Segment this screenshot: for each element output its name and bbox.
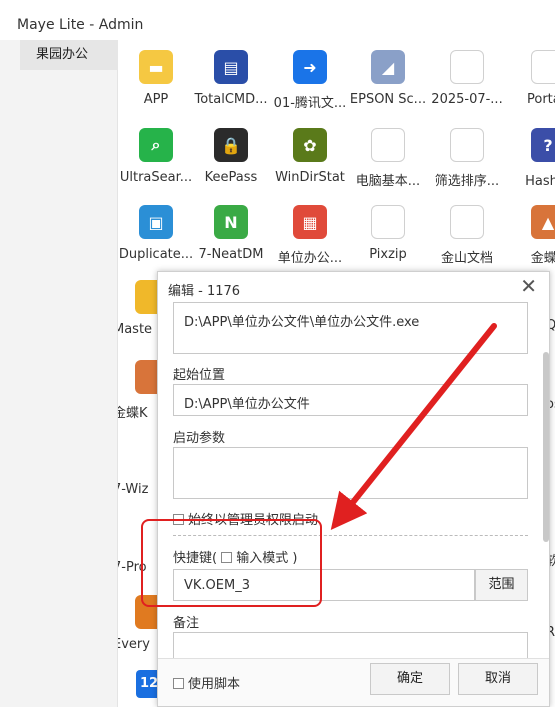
file-icon bbox=[450, 128, 484, 162]
main-window: Maye Lite - Admin ey ▪ 果园办公 ▬APP▤TotalCM… bbox=[0, 0, 555, 707]
lock-icon: 🔒 bbox=[214, 128, 248, 162]
close-icon[interactable]: ✕ bbox=[520, 274, 537, 298]
app-tile[interactable]: ◢ EPSON Sc... bbox=[348, 50, 428, 107]
scanner-icon: ◢ bbox=[371, 50, 405, 84]
app-label: 单位办公... bbox=[277, 251, 343, 266]
file-icon bbox=[450, 205, 484, 239]
app-label: 金蝶K bbox=[118, 406, 148, 421]
dialog-footer: 使用脚本 确定 取消 bbox=[158, 658, 549, 706]
app-tile[interactable]: ✿ WinDirStat bbox=[270, 128, 350, 185]
start-location-value: D:\APP\单位办公文件 bbox=[184, 397, 310, 412]
note-label: 备注 bbox=[173, 616, 200, 631]
args-label: 启动参数 bbox=[173, 431, 226, 446]
cancel-label: 取消 bbox=[484, 671, 511, 686]
path-value: D:\APP\单位办公文件\单位办公文件.exe bbox=[184, 315, 420, 330]
app-tile[interactable]: ▬ APP bbox=[118, 50, 196, 107]
path-field[interactable]: D:\APP\单位办公文件\单位办公文件.exe bbox=[173, 302, 528, 354]
app-tile[interactable]: Pixzip bbox=[348, 205, 428, 262]
app-label: Portab bbox=[527, 92, 555, 107]
app-label: Every bbox=[118, 637, 150, 652]
app-tile[interactable]: ▣ Duplicate... bbox=[118, 205, 196, 262]
app-tile[interactable]: ▦ 单位办公... bbox=[270, 205, 350, 266]
kingdee-icon: ▲ bbox=[531, 205, 555, 239]
dialog-scrollbar[interactable] bbox=[543, 352, 549, 542]
app-tile[interactable]: Maste bbox=[118, 280, 157, 337]
file-icon bbox=[371, 205, 405, 239]
window-title: Maye Lite - Admin bbox=[17, 17, 144, 33]
app-tile[interactable]: 金山文档 bbox=[427, 205, 507, 266]
ok-label: 确定 bbox=[396, 671, 423, 686]
title-bar: Maye Lite - Admin bbox=[0, 0, 555, 40]
app-label: Hash文 bbox=[525, 174, 555, 189]
range-label: 范围 bbox=[488, 577, 515, 592]
hash-icon: ? bbox=[531, 128, 555, 162]
app-label: Pixzip bbox=[369, 247, 407, 262]
app-label: 电脑基本... bbox=[355, 174, 421, 189]
script-checkbox-row[interactable]: 使用脚本 bbox=[173, 673, 240, 692]
app-label: 7-Wiz bbox=[118, 482, 149, 497]
app-tile[interactable]: 🔒 KeePass bbox=[191, 128, 271, 185]
app-tile[interactable]: ▲ 金蝶K bbox=[508, 205, 555, 266]
ok-button[interactable]: 确定 bbox=[370, 663, 450, 695]
master-icon bbox=[135, 280, 157, 314]
app-label: WinDirStat bbox=[275, 170, 345, 185]
folder-icon: ▬ bbox=[139, 50, 173, 84]
app-label: UltraSear... bbox=[119, 170, 193, 185]
floppy-icon: ▤ bbox=[214, 50, 248, 84]
sidebar: 果园办公 bbox=[0, 40, 118, 707]
sidebar-item-label: 果园办公 bbox=[36, 47, 89, 62]
app-tile[interactable]: ➜ 01-腾讯文... bbox=[270, 50, 350, 111]
file-icon bbox=[531, 50, 555, 84]
app-label: 2025-07-... bbox=[431, 92, 503, 107]
app-label: APP bbox=[143, 92, 169, 107]
app-label: 金蝶K bbox=[530, 251, 555, 266]
start-label: 起始位置 bbox=[173, 368, 226, 383]
sidebar-item-guoyuan-office[interactable]: 果园办公 bbox=[20, 40, 118, 70]
cancel-button[interactable]: 取消 bbox=[458, 663, 538, 695]
app-tile[interactable]: 电脑基本... bbox=[348, 128, 428, 189]
download-manager-icon: N bbox=[214, 205, 248, 239]
file-icon bbox=[371, 128, 405, 162]
app-label: KeePass bbox=[204, 170, 258, 185]
dialog-title: 编辑 - 1176 bbox=[168, 284, 241, 299]
app-label: 7-NeatDM bbox=[198, 247, 264, 262]
app-label: 01-腾讯文... bbox=[273, 96, 347, 111]
app-tile[interactable]: 2025-07-... bbox=[427, 50, 507, 107]
tencent-docs-icon: ➜ bbox=[293, 50, 327, 84]
app-tile[interactable]: ⌕ UltraSear... bbox=[118, 128, 196, 185]
app-tile[interactable]: N 7-NeatDM bbox=[191, 205, 271, 262]
range-button[interactable]: 范围 bbox=[475, 569, 528, 601]
app-label: 金山文档 bbox=[440, 251, 493, 266]
start-location-field[interactable]: D:\APP\单位办公文件 bbox=[173, 384, 528, 416]
app-tile[interactable]: 金蝶K bbox=[118, 360, 157, 421]
args-field[interactable] bbox=[173, 447, 528, 499]
search-icon: ⌕ bbox=[139, 128, 173, 162]
app-tile[interactable]: ▤ TotalCMD... bbox=[191, 50, 271, 107]
script-checkbox[interactable] bbox=[173, 678, 184, 689]
edit-dialog: 编辑 - 1176 ✕ D:\APP\单位办公文件\单位办公文件.exe 起始位… bbox=[157, 271, 550, 707]
app-label: Duplicate... bbox=[118, 247, 194, 262]
kingdee-icon bbox=[135, 360, 157, 394]
app-label: Maste bbox=[118, 322, 153, 337]
app-tile[interactable]: 7-Wiz bbox=[118, 440, 157, 497]
app-label: TotalCMD... bbox=[194, 92, 268, 107]
script-label: 使用脚本 bbox=[188, 677, 241, 692]
app-tile[interactable]: Portab bbox=[508, 50, 555, 107]
app-label: EPSON Sc... bbox=[349, 92, 427, 107]
office-icon: ▦ bbox=[293, 205, 327, 239]
file-icon bbox=[450, 50, 484, 84]
duplicate-icon: ▣ bbox=[139, 205, 173, 239]
app-tile[interactable]: 筛选排序... bbox=[427, 128, 507, 189]
app-tile[interactable]: ? Hash文 bbox=[508, 128, 555, 189]
app-label: 筛选排序... bbox=[434, 174, 500, 189]
annotation-highlight-box bbox=[141, 519, 322, 607]
tree-icon: ✿ bbox=[293, 128, 327, 162]
